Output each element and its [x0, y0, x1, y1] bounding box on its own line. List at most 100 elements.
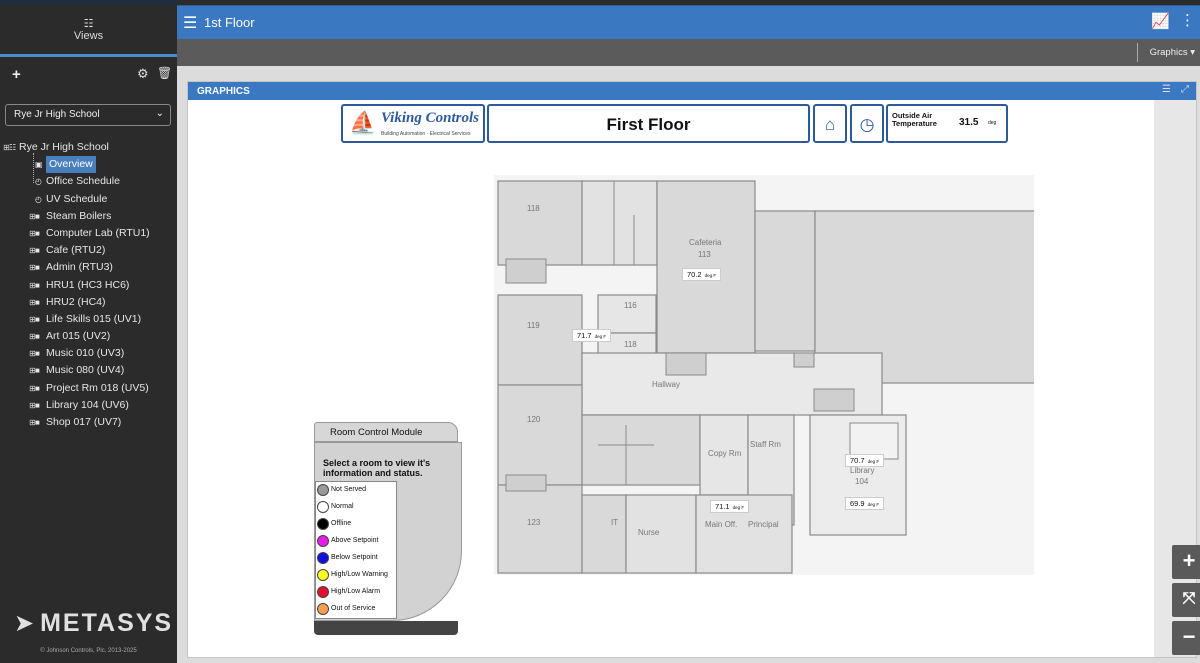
tree-item[interactable]: ⊞ ■ Music 080 (UV4)	[0, 362, 177, 379]
legend-item: High/Low Alarm	[316, 584, 396, 601]
trend-chart-icon[interactable]: 📈	[1151, 12, 1170, 30]
fit-to-screen-button[interactable]: ⤧	[1172, 583, 1200, 617]
temp-readout-library-b[interactable]: 69.9 deg F	[845, 497, 885, 510]
tree-item[interactable]: ⊞ ■ Steam Boilers	[0, 208, 177, 225]
tree-item[interactable]: ⊞ ■ Shop 017 (UV7)	[0, 414, 177, 431]
folder-icon: ■	[35, 383, 40, 393]
legend-item: Offline	[316, 516, 396, 533]
tree-item[interactable]: ◴ Office Schedule	[0, 173, 177, 190]
tree-item[interactable]: ▣ Overview	[0, 156, 177, 174]
views-label: Views	[73, 30, 104, 42]
folder-icon: ■	[35, 211, 40, 221]
folder-icon: ■	[35, 418, 40, 427]
room-label: 113	[698, 250, 711, 259]
room-label: Library	[850, 466, 875, 475]
tree-item[interactable]: ⊞ ■ Music 010 (UV3)	[0, 345, 177, 362]
graphics-menu[interactable]: Graphics ▾	[1150, 47, 1195, 58]
folder-icon: ■	[35, 349, 40, 359]
home-button[interactable]: ⌂	[813, 104, 847, 143]
room-120-shape	[497, 384, 583, 486]
folder-icon: ■	[35, 280, 40, 290]
status-swatch-icon	[317, 586, 329, 598]
room-label: 118	[624, 340, 637, 349]
viking-controls-logo: ⛵ Viking Controls Building Automation · …	[341, 104, 485, 143]
tree-item-label: Rye Jr High School	[19, 141, 109, 153]
graphic-icon: ▣	[35, 160, 43, 170]
tree-item-label: HRU1 (HC3 HC6)	[46, 278, 130, 291]
status-swatch-icon	[317, 535, 329, 547]
tree-item[interactable]: ◴ UV Schedule	[0, 191, 177, 208]
legend-item: Not Served	[316, 482, 396, 499]
tree-item[interactable]: ⊞ ■ Library 104 (UV6)	[0, 397, 177, 414]
outside-air-temp-box[interactable]: Outside Air Temperature 31.5 deg	[886, 104, 1008, 143]
corridor-shape	[581, 180, 658, 266]
metasys-brand: METASYS	[40, 609, 174, 637]
room-119-shape	[497, 294, 583, 386]
legend-item: Below Setpoint	[316, 550, 396, 567]
folder-icon: ■	[35, 366, 40, 376]
floor-title: First Floor	[606, 115, 691, 134]
expand-icon[interactable]: ⤢	[1181, 84, 1189, 95]
graphics-panel-header: GRAPHICS ☰ ⤢	[188, 82, 1196, 100]
view-toolbar: Graphics ▾	[177, 39, 1200, 66]
temp-readout-library-a[interactable]: 70.7 deg F	[845, 454, 885, 467]
room-ring-shape	[581, 414, 701, 486]
legend-label: Below Setpoint	[331, 554, 378, 561]
legend-label: Normal	[331, 503, 354, 510]
tree-item[interactable]: ⊞ ■ HRU1 (HC3 HC6)	[0, 277, 177, 294]
tree-item-label: HRU2 (HC4)	[46, 295, 106, 308]
tree-item-label: Library 104 (UV6)	[46, 398, 129, 411]
folder-icon: ■	[35, 228, 40, 238]
tree-item[interactable]: ⊞ ■ Life Skills 015 (UV1)	[0, 311, 177, 328]
toolbar-divider	[1137, 43, 1138, 62]
room-label: IT	[611, 518, 619, 527]
schedule-button[interactable]: ◷	[850, 104, 884, 143]
gear-icon[interactable]: ⚙	[137, 66, 149, 82]
site-select[interactable]: Rye Jr High School ⌄	[5, 104, 171, 126]
panel-options-icon[interactable]: ☰	[1162, 84, 1171, 95]
room-label: 123	[527, 518, 541, 527]
temp-readout-room-119[interactable]: 71.7 deg F	[572, 329, 612, 342]
tree-item-label: Cafe (RTU2)	[46, 244, 106, 257]
tree-item-label: Life Skills 015 (UV1)	[46, 312, 142, 325]
zoom-in-button[interactable]: +	[1172, 545, 1200, 579]
folder-icon: ■	[35, 297, 40, 307]
copyright-text: © Johnson Controls, Plc. 2013-2025	[40, 648, 137, 654]
tree-item-label: Music 080 (UV4)	[46, 364, 125, 377]
menu-icon[interactable]: ☰	[183, 13, 197, 33]
tree-item[interactable]: ⊞ ■ Computer Lab (RTU1)	[0, 225, 177, 242]
room-cafeteria-shape	[656, 180, 756, 354]
folder-icon: ■	[35, 400, 40, 410]
chevron-down-icon: ⌄	[155, 108, 164, 119]
site-select-value: Rye Jr High School	[14, 109, 100, 120]
status-swatch-icon	[317, 501, 329, 513]
more-options-icon[interactable]: ⋮	[1180, 11, 1195, 29]
temp-readout-main-office[interactable]: 71.1 deg F	[710, 500, 750, 513]
tree-item-label: Steam Boilers	[46, 209, 112, 222]
temp-readout-cafeteria[interactable]: 70.2 deg F	[682, 268, 722, 281]
tree-item[interactable]: ⊞ ■ Project Rm 018 (UV5)	[0, 380, 177, 397]
tree-item[interactable]: ⊞ ■ Admin (RTU3)	[0, 259, 177, 276]
legend-item: Out of Service	[316, 601, 396, 618]
tree-item-label: Shop 017 (UV7)	[46, 416, 122, 428]
sidebar: ☷ Views + ⚙ 🗑 Rye Jr High School ⌄ ⊞ ☷ Ry…	[0, 0, 177, 663]
logo-subtitle: Building Automation · Electrical Service…	[381, 131, 471, 137]
tree-item[interactable]: ⊞ ☷ Rye Jr High School	[0, 139, 177, 156]
tree-item[interactable]: ⊞ ■ Art 015 (UV2)	[0, 328, 177, 345]
trash-icon[interactable]: 🗑	[157, 66, 172, 80]
tree-item[interactable]: ⊞ ■ HRU2 (HC4)	[0, 294, 177, 311]
tree-item[interactable]: ⊞ ■ Cafe (RTU2)	[0, 242, 177, 259]
legend-label: Offline	[331, 520, 352, 527]
clock-icon: ◷	[859, 115, 875, 134]
kitchen-shape	[754, 210, 816, 352]
panel-title: GRAPHICS	[197, 86, 250, 97]
room-label: 118	[527, 204, 540, 213]
views-tab[interactable]: ☷ Views	[0, 18, 177, 42]
navigation-tree: ⊞ ☷ Rye Jr High School ▣ Overview ◴ Office …	[0, 139, 177, 431]
metasys-logo: ➤ METASYS	[14, 609, 173, 638]
add-icon[interactable]: +	[12, 66, 21, 83]
status-swatch-icon	[317, 569, 329, 581]
sidebar-toolbar: + ⚙ 🗑	[0, 66, 177, 84]
zoom-out-button[interactable]: −	[1172, 621, 1200, 655]
main-content: GRAPHICS ☰ ⤢ ⛵ Viking Controls Building …	[177, 66, 1200, 663]
